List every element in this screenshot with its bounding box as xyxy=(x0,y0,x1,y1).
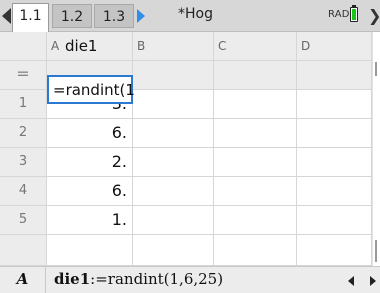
tab-label: 1.1 xyxy=(19,8,42,24)
spreadsheet-grid: A die1 B C D = 1 3. 2 6. 3 2. xyxy=(0,32,372,266)
next-tab-arrow-icon[interactable] xyxy=(137,9,145,23)
column-letter: A xyxy=(51,39,60,53)
row-header[interactable]: 3 xyxy=(0,148,47,177)
cell-b6[interactable] xyxy=(133,235,214,266)
entry-line: A die1:=randint(1,6,25) xyxy=(0,266,380,293)
table-row: 2 6. xyxy=(0,119,372,148)
cell-expression[interactable]: die1:=randint(1,6,25) xyxy=(54,270,223,288)
tab-1-3[interactable]: 1.3 xyxy=(94,4,134,28)
scroll-right-arrow-icon[interactable] xyxy=(370,276,376,286)
battery-icon xyxy=(350,7,358,22)
scrollbar-thumb[interactable] xyxy=(375,62,377,76)
document-title: *Hog xyxy=(178,6,213,22)
tab-label: 1.3 xyxy=(102,9,126,25)
cell-c4[interactable] xyxy=(214,177,297,206)
formula-marker: = xyxy=(16,64,30,83)
row-header[interactable] xyxy=(0,235,47,266)
formula-cell-d[interactable] xyxy=(297,61,372,90)
table-row xyxy=(0,235,372,266)
cell-d1[interactable] xyxy=(297,90,372,119)
row-header[interactable]: 4 xyxy=(0,177,47,206)
formula-cell-c[interactable] xyxy=(214,61,297,90)
column-header-a[interactable]: A die1 xyxy=(47,32,133,61)
tab-1-2[interactable]: 1.2 xyxy=(52,4,92,28)
angle-mode-indicator: RAD xyxy=(328,9,350,20)
expression-body: :=randint(1,6,25) xyxy=(90,270,224,288)
column-header-c[interactable]: C xyxy=(214,32,297,61)
cell-c3[interactable] xyxy=(214,148,297,177)
formula-cell-b[interactable] xyxy=(133,61,214,90)
tab-label: 1.2 xyxy=(60,9,84,25)
cell-d2[interactable] xyxy=(297,119,372,148)
cell-a3[interactable]: 2. xyxy=(47,148,133,177)
table-row: 4 6. xyxy=(0,177,372,206)
cell-a6[interactable] xyxy=(47,235,133,266)
cell-b3[interactable] xyxy=(133,148,214,177)
cell-a2[interactable]: 6. xyxy=(47,119,133,148)
table-row: 5 1. xyxy=(0,206,372,235)
cell-d3[interactable] xyxy=(297,148,372,177)
cell-d6[interactable] xyxy=(297,235,372,266)
column-letter: C xyxy=(218,39,227,53)
previous-tab-arrow-icon[interactable] xyxy=(2,8,11,24)
scrollbar-thumb-lower[interactable] xyxy=(375,240,377,262)
cell-d4[interactable] xyxy=(297,177,372,206)
cell-d5[interactable] xyxy=(297,206,372,235)
cell-b2[interactable] xyxy=(133,119,214,148)
column-header-b[interactable]: B xyxy=(133,32,214,61)
active-cell-editor[interactable]: =randint(1 xyxy=(47,75,135,104)
cell-c5[interactable] xyxy=(214,206,297,235)
cell-c2[interactable] xyxy=(214,119,297,148)
table-row: 3 2. xyxy=(0,148,372,177)
formula-row-header: = xyxy=(0,61,47,90)
tab-1-1[interactable]: 1.1 xyxy=(12,3,49,32)
column-header-d[interactable]: D xyxy=(297,32,372,61)
scroll-left-arrow-icon[interactable] xyxy=(348,276,354,286)
column-name: die1 xyxy=(65,37,98,55)
close-icon[interactable]: ❯ xyxy=(368,6,380,25)
row-header[interactable]: 5 xyxy=(0,206,47,235)
current-cell-reference: A xyxy=(0,267,46,293)
cell-b1[interactable] xyxy=(133,90,214,119)
expression-variable: die1 xyxy=(54,270,91,288)
corner-cell[interactable] xyxy=(0,32,47,61)
cell-b4[interactable] xyxy=(133,177,214,206)
formula-input-text: =randint(1 xyxy=(53,81,135,99)
cell-c1[interactable] xyxy=(214,90,297,119)
cell-a4[interactable]: 6. xyxy=(47,177,133,206)
column-letter: B xyxy=(137,39,146,53)
row-header[interactable]: 2 xyxy=(0,119,47,148)
cell-a5[interactable]: 1. xyxy=(47,206,133,235)
column-letter: D xyxy=(301,39,311,53)
cell-c6[interactable] xyxy=(214,235,297,266)
tab-bar: 1.1 1.2 1.3 *Hog RAD ❯ xyxy=(0,0,380,32)
cell-b5[interactable] xyxy=(133,206,214,235)
column-header-row: A die1 B C D xyxy=(0,32,372,61)
row-header[interactable]: 1 xyxy=(0,90,47,119)
